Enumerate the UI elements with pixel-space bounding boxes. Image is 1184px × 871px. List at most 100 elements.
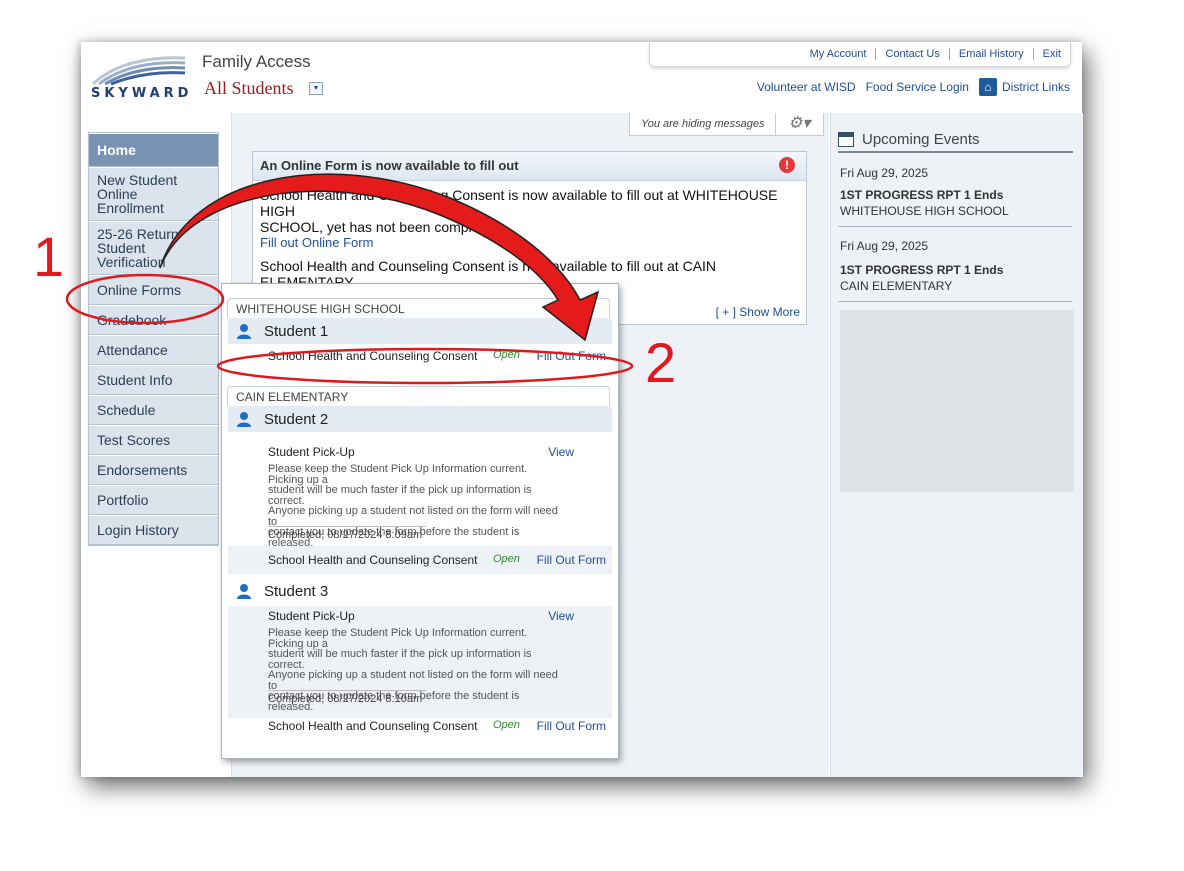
- main-nav: Home New Student Online Enrollment 25-26…: [88, 132, 219, 546]
- form-name: School Health and Counseling Consent: [268, 553, 478, 567]
- show-more-link[interactable]: [ + ] Show More: [716, 305, 800, 319]
- left-nav-column: Home New Student Online Enrollment 25-26…: [81, 113, 232, 777]
- desc-line: Please keep the Student Pick Up Informat…: [268, 627, 528, 650]
- form-row: Student Pick-Up View: [268, 609, 612, 623]
- upcoming-events-panel: Upcoming Events Fri Aug 29, 2025 1ST PRO…: [830, 113, 1083, 777]
- upcoming-events-title: Upcoming Events: [862, 130, 980, 148]
- school-header: WHITEHOUSE HIGH SCHOOL: [227, 298, 610, 318]
- event-date: Fri Aug 29, 2025: [840, 239, 929, 253]
- person-icon: [237, 584, 251, 599]
- volunteer-link[interactable]: Volunteer at WISD: [757, 80, 856, 94]
- message-text: School Health and Counseling Consent is …: [260, 187, 778, 219]
- nav-label: Verification: [97, 254, 166, 270]
- district-building-icon[interactable]: ⌂: [978, 78, 997, 96]
- district-links-link[interactable]: District Links: [1002, 80, 1070, 94]
- logo-wordmark: SKYWARD: [91, 86, 193, 101]
- chevron-down-icon[interactable]: ▼: [309, 82, 323, 95]
- form-status: Open: [493, 553, 520, 565]
- nav-online-forms[interactable]: Online Forms: [89, 275, 218, 305]
- form-name: School Health and Counseling Consent: [268, 349, 478, 363]
- student-row: Student 1: [228, 318, 612, 344]
- hidden-messages-bar: You are hiding messages ⚙▾: [629, 113, 824, 136]
- alert-icon: !: [779, 157, 795, 173]
- desc-line: student will be much faster if the pick …: [268, 648, 532, 671]
- fill-out-online-form-link[interactable]: Fill out Online Form: [253, 235, 806, 250]
- skyward-window: SKYWARD Family Access All Students ▼ My …: [81, 42, 1083, 777]
- step-2-label: 2: [645, 331, 677, 394]
- nav-label: Student: [97, 240, 146, 256]
- message-title: An Online Form is now available to fill …: [260, 158, 519, 173]
- exit-link[interactable]: Exit: [1032, 48, 1070, 60]
- step-1-label: 1: [33, 225, 65, 288]
- student-row: Student 2: [228, 406, 612, 432]
- top-links-bar: My Account Contact Us Email History Exit: [649, 42, 1071, 67]
- message-text: SCHOOL, yet has not been completed: [260, 219, 499, 235]
- nav-endorsements[interactable]: Endorsements: [89, 455, 218, 485]
- event-school: WHITEHOUSE HIGH SCHOOL: [840, 204, 1009, 218]
- email-history-link[interactable]: Email History: [948, 48, 1033, 60]
- online-forms-popup: WHITEHOUSE HIGH SCHOOL Student 1 School …: [221, 283, 619, 759]
- completed-text: Completed, 08/27/2024 8:09am: [268, 526, 426, 541]
- nav-portfolio[interactable]: Portfolio: [89, 485, 218, 515]
- nav-home[interactable]: Home: [89, 133, 218, 167]
- form-row: School Health and Counseling Consent Ope…: [268, 553, 612, 567]
- message-title-bar: An Online Form is now available to fill …: [253, 152, 806, 181]
- student-name: Student 2: [264, 410, 329, 428]
- contact-us-link[interactable]: Contact Us: [875, 48, 948, 60]
- form-name: Student Pick-Up: [268, 445, 355, 459]
- skyward-logo: SKYWARD: [89, 52, 191, 102]
- event-school: CAIN ELEMENTARY: [840, 279, 953, 293]
- empty-panel: [840, 310, 1074, 492]
- nav-label: 25-26 Return: [97, 226, 179, 242]
- event-title[interactable]: 1ST PROGRESS RPT 1 Ends: [840, 188, 1003, 202]
- desc-line: Anyone picking up a student not listed o…: [268, 669, 558, 692]
- view-link[interactable]: View: [548, 609, 574, 623]
- fill-out-form-link[interactable]: Fill Out Form: [537, 553, 606, 567]
- food-service-link[interactable]: Food Service Login: [866, 80, 969, 94]
- student-row: Student 3: [228, 578, 612, 604]
- nav-new-student-enrollment[interactable]: New Student Online Enrollment: [89, 167, 218, 221]
- nav-student-info[interactable]: Student Info: [89, 365, 218, 395]
- student-selector[interactable]: All Students: [204, 78, 294, 99]
- desc-line: student will be much faster if the pick …: [268, 484, 532, 507]
- nav-login-history[interactable]: Login History: [89, 515, 218, 545]
- hiding-messages-text: You are hiding messages: [641, 118, 765, 130]
- nav-test-scores[interactable]: Test Scores: [89, 425, 218, 455]
- view-link[interactable]: View: [548, 445, 574, 459]
- form-row: Student Pick-Up View: [268, 445, 612, 459]
- nav-label: New Student: [97, 172, 178, 188]
- sub-links-bar: Volunteer at WISD Food Service Login ⌂ D…: [747, 78, 1070, 96]
- student-name: Student 3: [264, 582, 329, 600]
- form-row: School Health and Counseling Consent Ope…: [268, 719, 612, 733]
- desc-line: Please keep the Student Pick Up Informat…: [268, 463, 528, 486]
- nav-gradebook[interactable]: Gradebook: [89, 305, 218, 335]
- divider: [838, 226, 1072, 227]
- school-header: CAIN ELEMENTARY: [227, 386, 610, 406]
- product-title: Family Access: [202, 52, 311, 71]
- event-date: Fri Aug 29, 2025: [840, 166, 929, 180]
- divider: [838, 301, 1072, 302]
- nav-label: Online: [97, 186, 138, 202]
- form-name: School Health and Counseling Consent: [268, 719, 478, 733]
- form-status: Open: [493, 349, 520, 361]
- nav-attendance[interactable]: Attendance: [89, 335, 218, 365]
- upcoming-events-header: Upcoming Events: [838, 127, 1073, 153]
- fill-out-form-link[interactable]: Fill Out Form: [537, 349, 606, 363]
- swoosh-icon: [91, 56, 186, 86]
- my-account-link[interactable]: My Account: [801, 48, 876, 60]
- gear-icon[interactable]: ⚙▾: [775, 113, 810, 135]
- nav-schedule[interactable]: Schedule: [89, 395, 218, 425]
- completed-text: Completed, 08/27/2024 8:10am: [268, 690, 426, 705]
- student-name: Student 1: [264, 322, 329, 340]
- form-row: School Health and Counseling Consent Ope…: [268, 349, 612, 363]
- nav-returning-student-verification[interactable]: 25-26 Return Student Verification: [89, 221, 218, 275]
- person-icon: [237, 324, 251, 339]
- person-icon: [237, 412, 251, 427]
- event-title[interactable]: 1ST PROGRESS RPT 1 Ends: [840, 263, 1003, 277]
- nav-label: Enrollment: [97, 200, 164, 216]
- form-name: Student Pick-Up: [268, 609, 355, 623]
- form-status: Open: [493, 719, 520, 731]
- calendar-icon: [838, 131, 854, 147]
- fill-out-form-link[interactable]: Fill Out Form: [537, 719, 606, 733]
- desc-line: Anyone picking up a student not listed o…: [268, 505, 558, 528]
